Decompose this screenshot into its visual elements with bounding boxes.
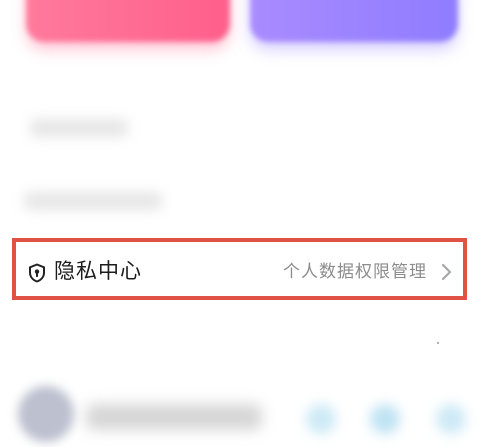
blurred-action-icon[interactable] xyxy=(436,404,466,434)
blurred-action-icon[interactable] xyxy=(306,404,336,434)
blurred-user-info xyxy=(86,404,262,430)
privacy-center-subtitle: 个人数据权限管理 xyxy=(283,262,427,282)
privacy-center-row[interactable]: 隐私中心 个人数据权限管理 xyxy=(12,238,467,300)
pink-action-button[interactable] xyxy=(26,0,230,42)
blurred-menu-item[interactable] xyxy=(30,119,128,137)
avatar[interactable] xyxy=(18,386,74,442)
chevron-right-icon xyxy=(439,262,453,282)
blurred-action-icon[interactable] xyxy=(370,404,400,434)
dot-mark xyxy=(437,342,439,344)
purple-action-button[interactable] xyxy=(250,0,458,42)
shield-lock-icon xyxy=(28,263,46,283)
blurred-menu-item[interactable] xyxy=(24,192,162,210)
privacy-center-label: 隐私中心 xyxy=(54,259,142,283)
